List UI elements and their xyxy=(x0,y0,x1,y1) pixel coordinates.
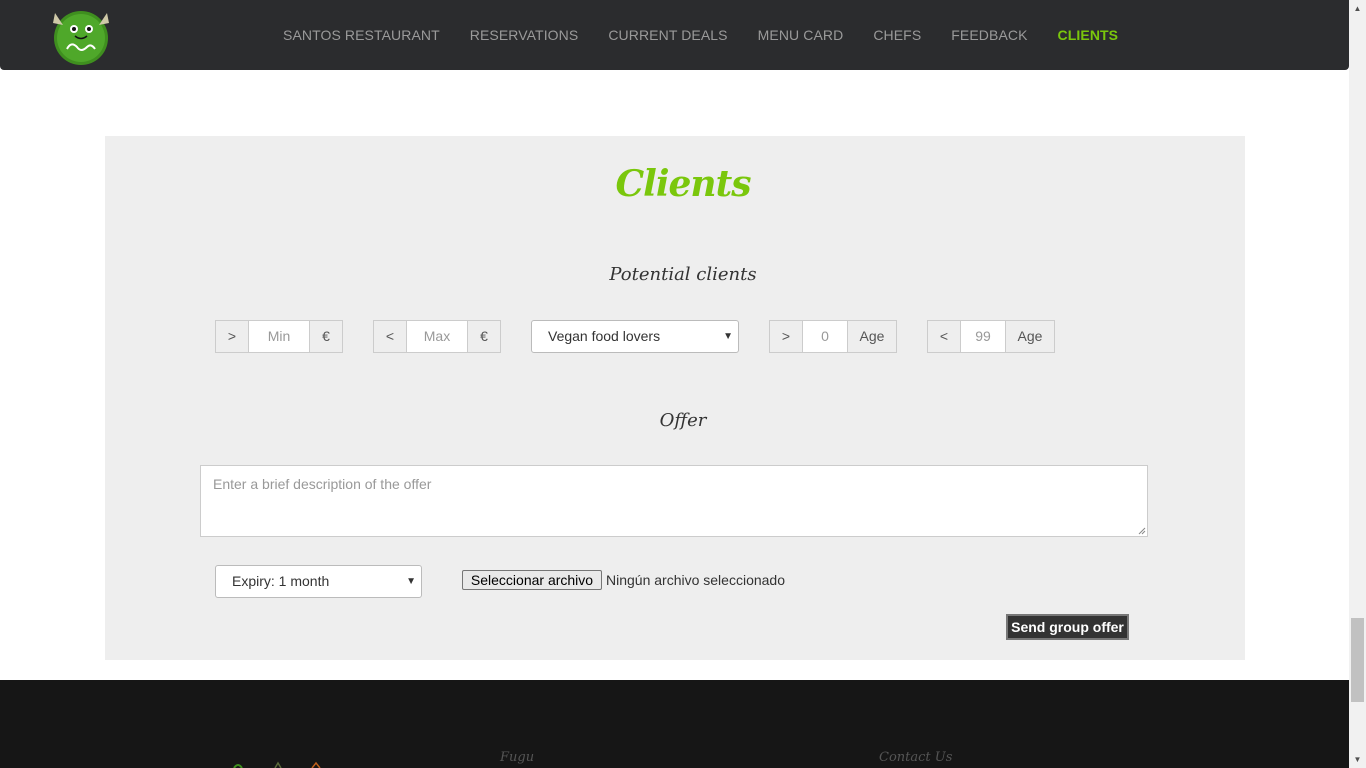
segment-select-value: Vegan food lovers xyxy=(548,328,661,344)
min-prefix: > xyxy=(215,320,249,353)
footer-logo xyxy=(233,761,321,768)
offer-placeholder: Enter a brief description of the offer xyxy=(213,476,432,492)
scroll-thumb[interactable] xyxy=(1351,618,1364,702)
age-suffix: Age xyxy=(1005,320,1055,353)
nav-feedback[interactable]: FEEDBACK xyxy=(936,27,1042,43)
age-min-group: > 0 Age xyxy=(769,320,897,353)
nav-menu: SANTOS RESTAURANT RESERVATIONS CURRENT D… xyxy=(268,0,1133,70)
age-max-input[interactable]: 99 xyxy=(961,320,1005,353)
choose-file-button[interactable]: Seleccionar archivo xyxy=(462,570,602,590)
offer-description-textarea[interactable]: Enter a brief description of the offer xyxy=(200,465,1148,537)
dropdown-arrow-icon: ▼ xyxy=(406,576,416,587)
nav-reservations[interactable]: RESERVATIONS xyxy=(455,27,594,43)
euro-suffix: € xyxy=(467,320,501,353)
max-prefix: < xyxy=(373,320,407,353)
expiry-select[interactable]: Expiry: 1 month ▼ xyxy=(215,565,422,598)
potential-clients-heading: Potential clients xyxy=(609,264,757,285)
nav-santos-restaurant[interactable]: SANTOS RESTAURANT xyxy=(268,27,455,43)
max-spend-input[interactable]: Max xyxy=(407,320,467,353)
page-scrollbar[interactable]: ▲ ▼ xyxy=(1349,0,1366,768)
section-title: Clients xyxy=(615,163,752,205)
scroll-down-arrow-icon[interactable]: ▼ xyxy=(1349,751,1366,768)
nav-current-deals[interactable]: CURRENT DEALS xyxy=(593,27,742,43)
nav-chefs[interactable]: CHEFS xyxy=(858,27,936,43)
euro-suffix: € xyxy=(309,320,343,353)
age-suffix: Age xyxy=(847,320,897,353)
segment-select[interactable]: Vegan food lovers ▼ xyxy=(531,320,739,353)
send-group-offer-button[interactable]: Send group offer xyxy=(1006,614,1129,640)
age-min-prefix: > xyxy=(769,320,803,353)
age-max-prefix: < xyxy=(927,320,961,353)
top-navbar: SANTOS RESTAURANT RESERVATIONS CURRENT D… xyxy=(0,0,1349,70)
min-spend-input[interactable]: Min xyxy=(249,320,309,353)
age-max-group: < 99 Age xyxy=(927,320,1055,353)
footer-col-contact-title: Contact Us xyxy=(879,750,953,765)
footer-col-fugu-title: Fugu xyxy=(500,750,535,765)
max-spend-group: < Max € xyxy=(373,320,501,353)
dropdown-arrow-icon: ▼ xyxy=(723,331,733,342)
offer-heading: Offer xyxy=(659,410,707,431)
nav-menu-card[interactable]: MENU CARD xyxy=(743,27,859,43)
file-status-label: Ningún archivo seleccionado xyxy=(606,572,785,588)
min-spend-group: > Min € xyxy=(215,320,343,353)
fugu-logo[interactable] xyxy=(49,5,113,67)
resize-grip-icon[interactable] xyxy=(1138,527,1146,535)
nav-clients[interactable]: CLIENTS xyxy=(1043,27,1134,43)
expiry-select-value: Expiry: 1 month xyxy=(232,573,330,589)
scroll-up-arrow-icon[interactable]: ▲ xyxy=(1349,0,1366,17)
age-min-input[interactable]: 0 xyxy=(803,320,847,353)
footer xyxy=(0,680,1349,768)
